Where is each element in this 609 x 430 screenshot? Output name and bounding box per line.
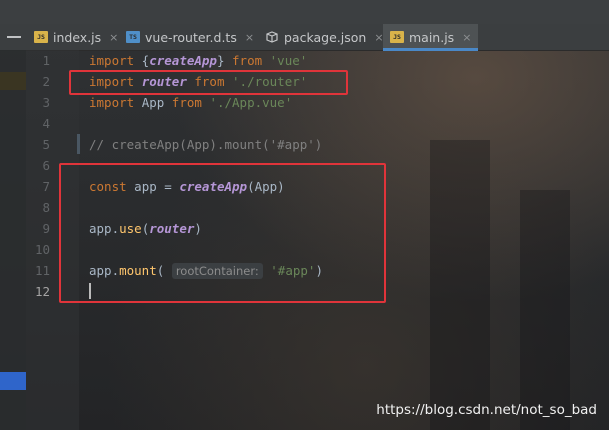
code-comment: // createApp(App).mount('#app') [89,137,323,152]
line-number: 4 [42,116,50,131]
line-number: 11 [34,263,50,278]
keyword-from: from [171,95,202,110]
background-building [430,140,490,430]
background-building [520,190,570,430]
close-icon[interactable]: × [109,31,118,44]
code-line-3[interactable]: import App from './App.vue' [89,95,292,110]
punct: } [216,53,233,68]
keyword-import: import [89,95,135,110]
fold-marker[interactable] [77,134,80,154]
line-number: 6 [42,158,50,173]
title-strip [0,0,609,24]
identifier-createApp: createApp [149,53,217,68]
keyword-import: import [89,53,135,68]
identifier-App: App [141,95,165,110]
tab-index-js[interactable]: JS index.js × [34,24,118,50]
string-literal: './App.vue' [209,95,293,110]
line-number: 10 [34,242,50,257]
code-line-1[interactable]: import {createApp} from 'vue' [89,53,307,68]
editor-tab-bar: JS index.js × TS vue-router.d.ts × packa… [0,24,609,51]
highlight-box-import-router [69,70,348,95]
line-number: 5 [42,137,50,152]
close-icon[interactable]: × [462,31,471,44]
sidebar-highlight [0,72,26,90]
line-number-current: 12 [34,284,50,299]
code-line-5[interactable]: // createApp(App).mount('#app') [89,137,322,152]
collapse-dash-icon[interactable] [7,36,21,38]
tab-vue-router-d-ts[interactable]: TS vue-router.d.ts × [126,24,254,50]
tab-main-js[interactable]: JS main.js × [383,24,479,51]
punct: { [134,53,150,68]
highlight-box-app-setup [59,163,386,303]
js-file-icon: JS [390,31,404,43]
line-number: 1 [42,53,50,68]
string-literal: 'vue' [269,53,308,68]
keyword-from: from [232,53,263,68]
line-number: 9 [42,221,50,236]
js-file-icon: JS [34,31,48,43]
close-icon[interactable]: × [245,31,254,44]
json-file-icon [265,31,279,43]
tab-label: index.js [53,29,102,45]
tab-package-json[interactable]: package.json × [265,24,384,50]
tab-label: package.json [284,29,367,45]
line-number: 3 [42,95,50,110]
ts-file-icon: TS [126,31,140,43]
line-number: 7 [42,179,50,194]
tab-label: main.js [409,29,455,45]
line-number: 2 [42,74,50,89]
line-number: 8 [42,200,50,215]
watermark-text: https://blog.csdn.net/not_so_bad [376,402,597,418]
tab-label: vue-router.d.ts [145,29,237,45]
sidebar-selection[interactable] [0,372,26,390]
